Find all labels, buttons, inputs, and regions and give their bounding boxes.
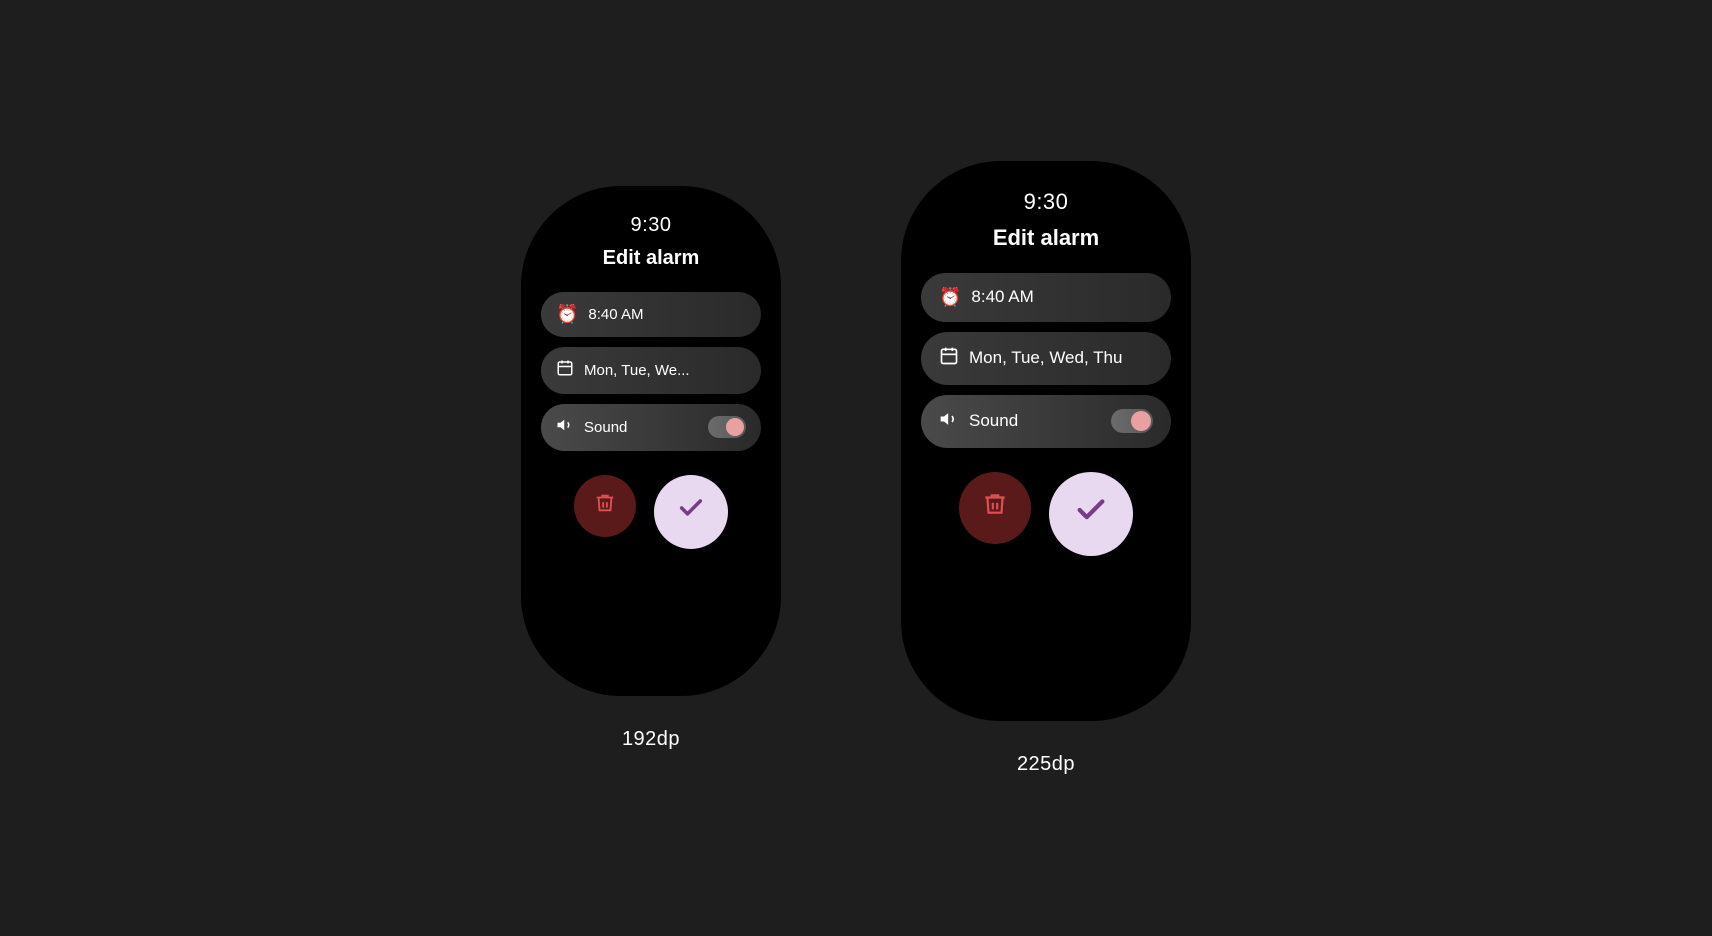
alarm-time-text-2: 8:40 AM [971, 287, 1153, 307]
days-item-1[interactable]: Mon, Tue, We... [541, 347, 761, 394]
clock-icon-1: ⏰ [556, 304, 578, 325]
watch-face-1: 9:30 Edit alarm ⏰ 8:40 AM Mon, Tue, We [521, 186, 781, 696]
alarm-time-text-1: 8:40 AM [588, 306, 746, 323]
confirm-button-2[interactable] [1049, 472, 1133, 556]
watch2-label: 225dp [1017, 753, 1075, 776]
alarm-time-item-1[interactable]: ⏰ 8:40 AM [541, 292, 761, 337]
action-buttons-1 [574, 475, 728, 549]
watch-title-1: Edit alarm [603, 247, 700, 270]
sound-icon-1 [556, 416, 574, 439]
clock-icon-2: ⏰ [939, 287, 961, 308]
watch1-label: 192dp [622, 728, 680, 751]
sound-toggle-2[interactable] [1111, 409, 1153, 433]
action-buttons-2 [959, 472, 1133, 556]
confirm-button-1[interactable] [654, 475, 728, 549]
watch-225dp: 9:30 Edit alarm ⏰ 8:40 AM Mon, Tue, We [901, 161, 1191, 776]
sound-item-2[interactable]: Sound [921, 395, 1171, 448]
days-item-2[interactable]: Mon, Tue, Wed, Thu [921, 332, 1171, 385]
sound-item-1[interactable]: Sound [541, 404, 761, 451]
toggle-knob-1 [726, 418, 744, 436]
menu-items-2: ⏰ 8:40 AM Mon, Tue, Wed, Thu [921, 273, 1171, 448]
watch-time-2: 9:30 [1024, 189, 1069, 215]
calendar-icon-2 [939, 346, 959, 371]
days-text-2: Mon, Tue, Wed, Thu [969, 348, 1153, 368]
toggle-knob-2 [1131, 411, 1151, 431]
delete-button-2[interactable] [959, 472, 1031, 544]
calendar-icon-1 [556, 359, 574, 382]
sound-toggle-1[interactable] [708, 416, 746, 438]
alarm-time-item-2[interactable]: ⏰ 8:40 AM [921, 273, 1171, 322]
watch-192dp: 9:30 Edit alarm ⏰ 8:40 AM Mon, Tue, We [521, 186, 781, 751]
menu-items-1: ⏰ 8:40 AM Mon, Tue, We... [541, 292, 761, 451]
watch-face-2: 9:30 Edit alarm ⏰ 8:40 AM Mon, Tue, We [901, 161, 1191, 721]
sound-icon-2 [939, 409, 959, 434]
sound-text-2: Sound [969, 411, 1101, 431]
days-text-1: Mon, Tue, We... [584, 362, 746, 379]
watch-time-1: 9:30 [631, 214, 672, 237]
check-icon-2 [1074, 493, 1108, 535]
trash-icon-2 [982, 491, 1008, 524]
sound-text-1: Sound [584, 419, 698, 436]
delete-button-1[interactable] [574, 475, 636, 537]
watch-title-2: Edit alarm [993, 225, 1099, 251]
trash-icon-1 [594, 492, 616, 520]
check-icon-1 [677, 494, 705, 529]
